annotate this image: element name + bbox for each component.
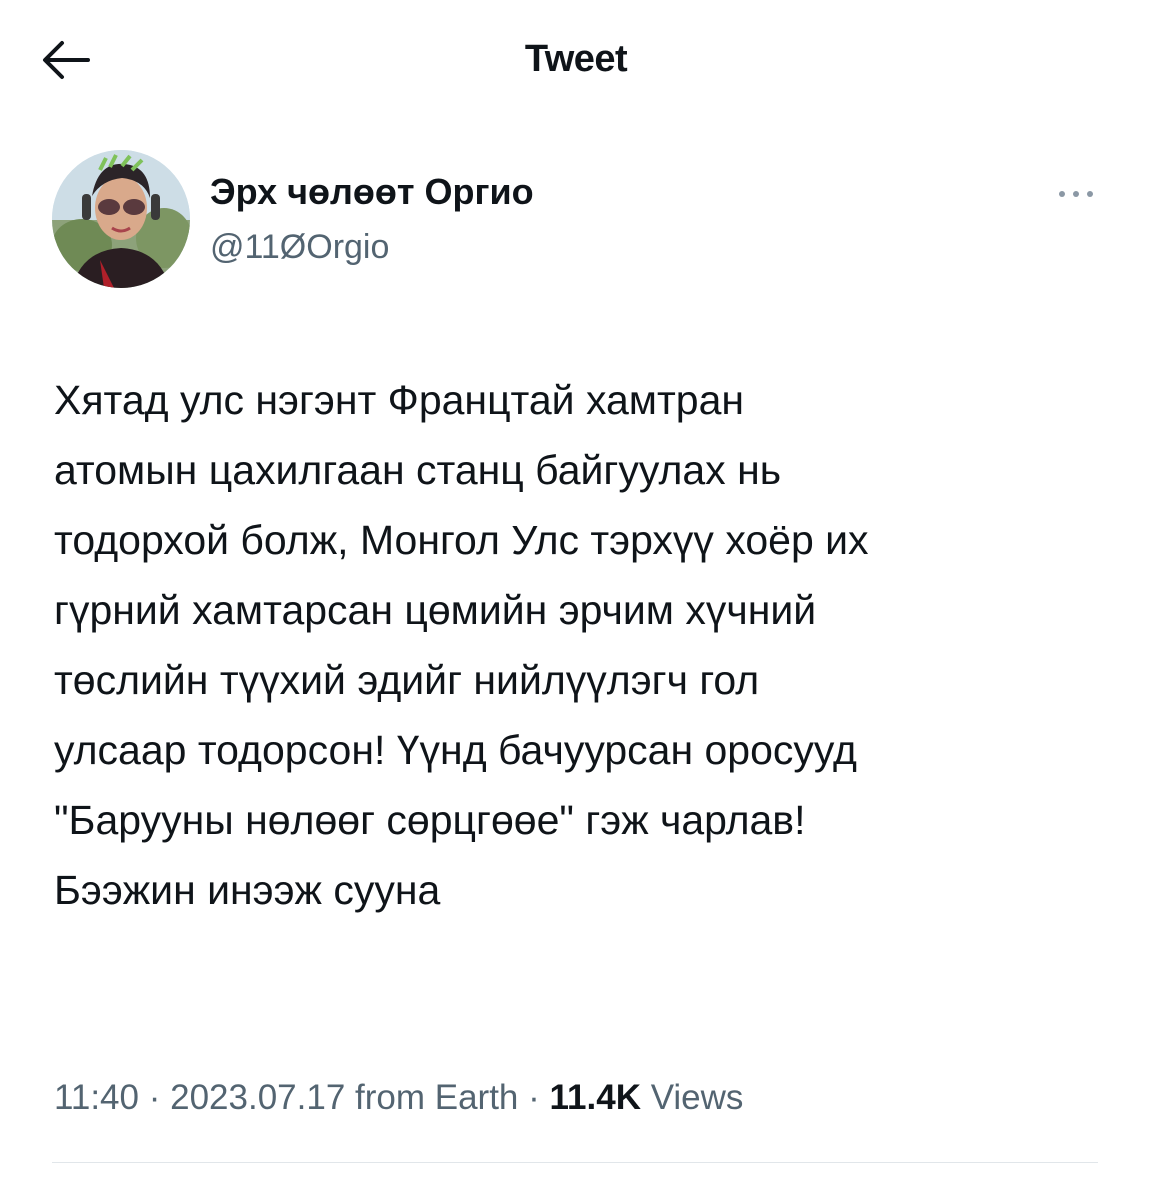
top-bar: Tweet xyxy=(0,0,1152,120)
views-label: Views xyxy=(640,1078,744,1117)
page-title: Tweet xyxy=(524,38,628,80)
views-count[interactable]: 11.4K xyxy=(550,1078,641,1117)
tweet-date[interactable]: 2023.07.17 xyxy=(170,1078,345,1117)
more-options-button[interactable] xyxy=(1050,178,1102,210)
divider xyxy=(52,1162,1098,1163)
avatar-photo xyxy=(52,150,190,288)
separator: · xyxy=(139,1078,171,1117)
display-name[interactable]: Эрх чөлөөт Оргио xyxy=(210,171,534,213)
tweet-source: from Earth xyxy=(345,1078,519,1117)
tweet-metadata: 11:40 · 2023.07.17 from Earth · 11.4K Vi… xyxy=(54,1078,743,1118)
separator: · xyxy=(518,1078,550,1117)
more-dots-icon xyxy=(1059,191,1093,197)
tweet-time[interactable]: 11:40 xyxy=(54,1078,139,1117)
user-handle[interactable]: @11ØOrgio xyxy=(210,228,389,267)
avatar[interactable] xyxy=(52,150,190,288)
tweet-text: Хятад улс нэгэнт Францтай хамтран атомын… xyxy=(54,377,869,913)
